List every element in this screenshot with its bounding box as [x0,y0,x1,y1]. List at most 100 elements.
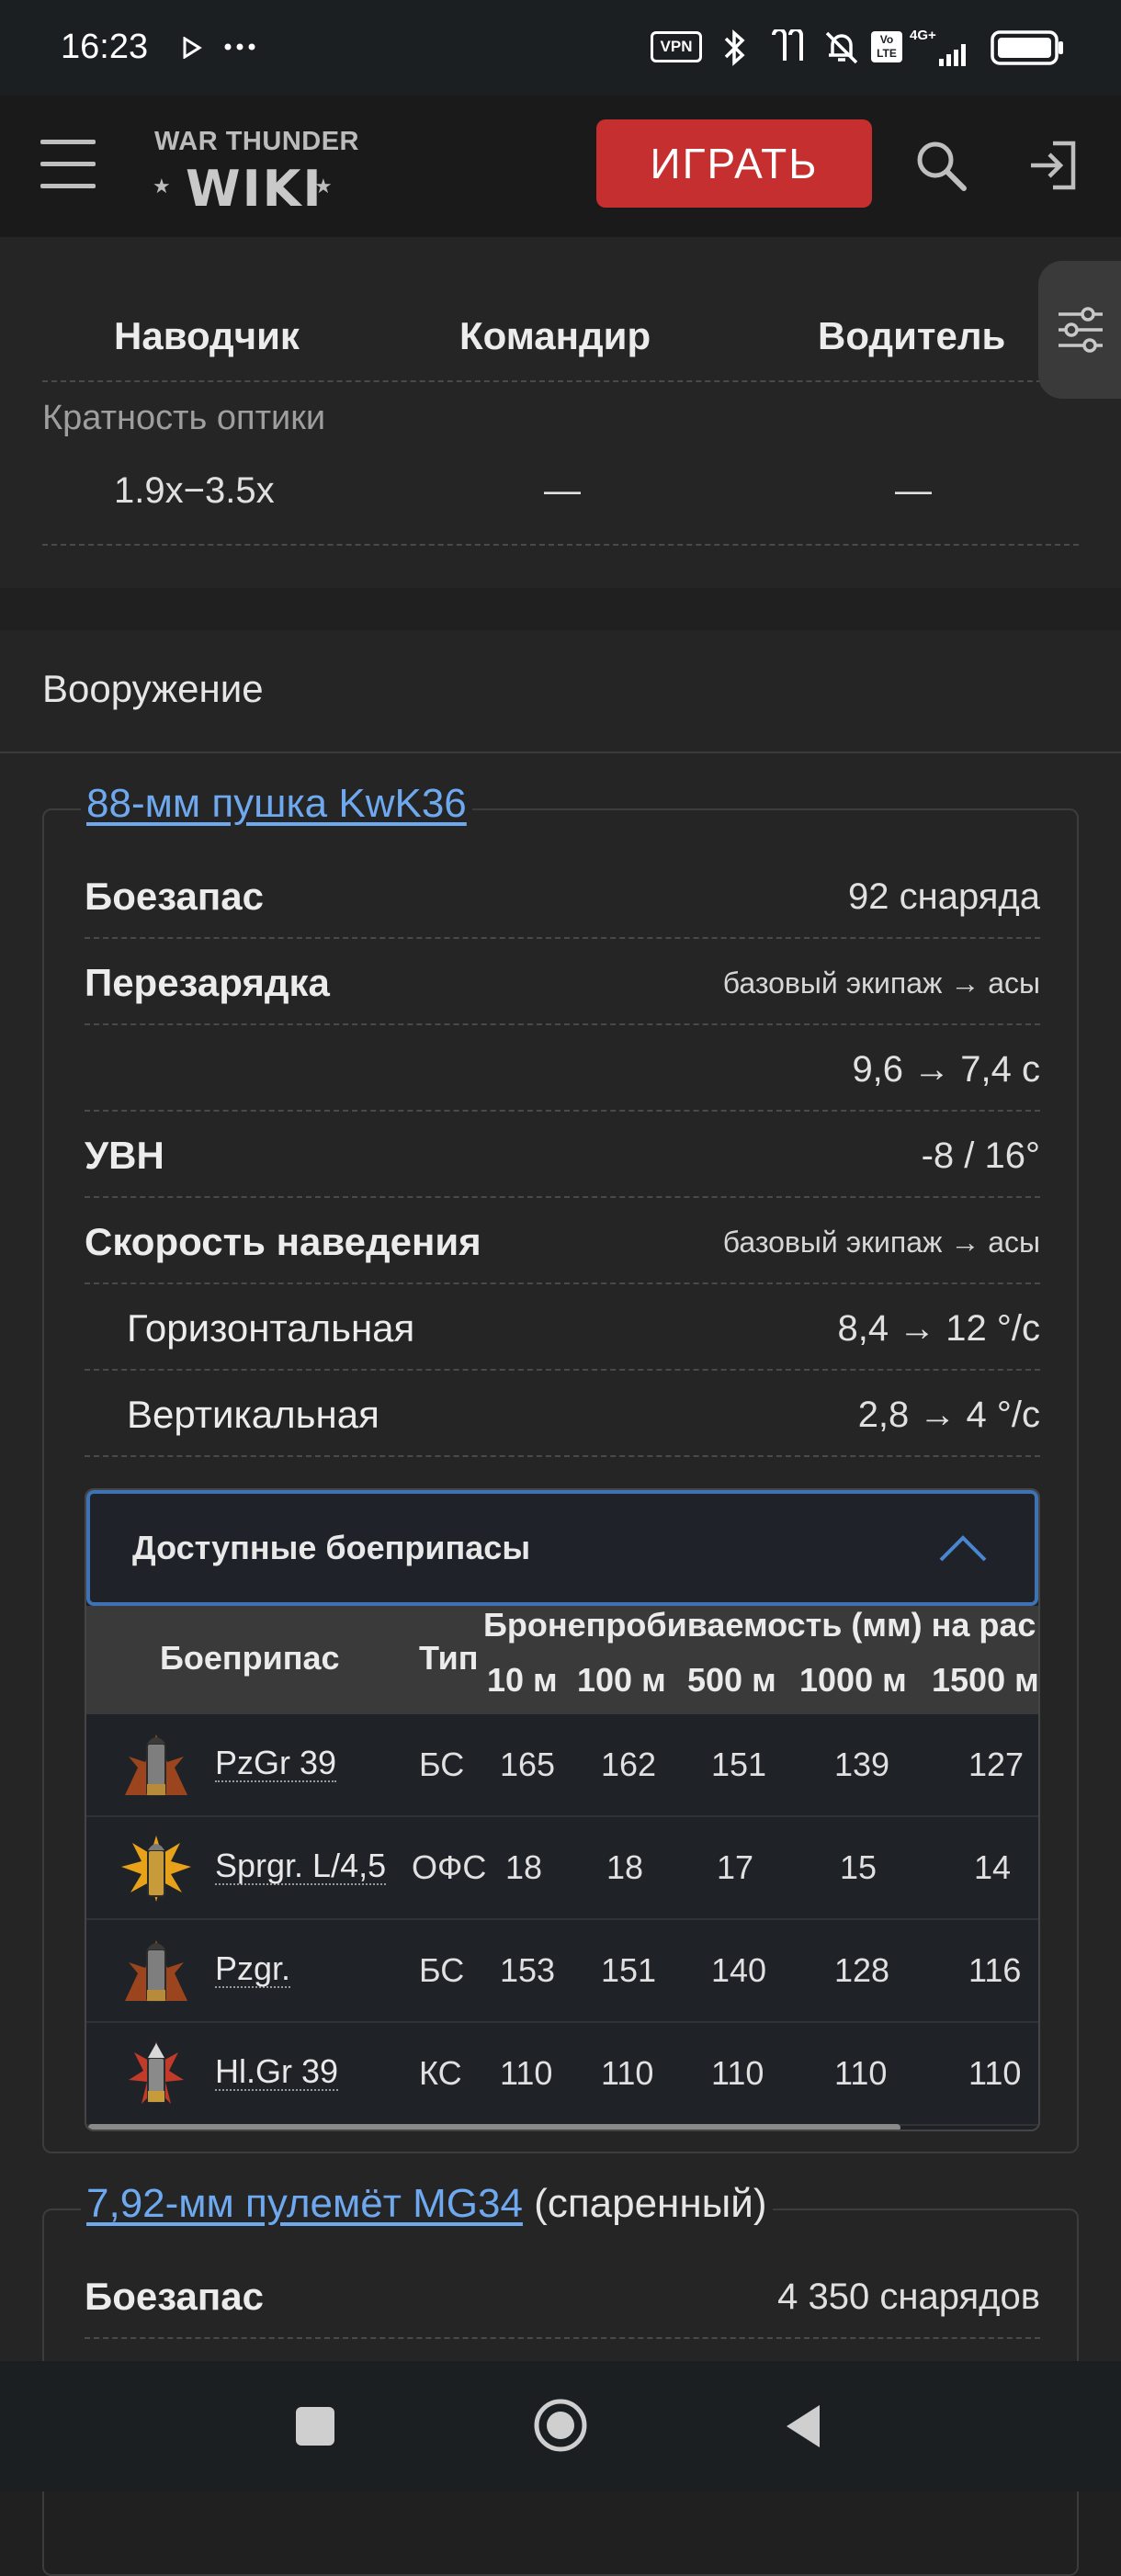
row-label: Вертикальная [127,1393,379,1436]
logo-text-top: WAR THUNDER [154,127,359,156]
earbuds-icon [772,29,803,61]
divider [42,544,1079,546]
row-value: 92 снаряда [848,876,1040,917]
ammo-panel: Доступные боеприпасы Боеприпас Тип Броне… [85,1488,1040,2131]
pen-value: 110 [500,2054,553,2092]
ammo-row: PzGr 39 БС 165 162 151 139 127 [86,1714,1038,1817]
ammo-name-link[interactable]: Pzgr. [215,1951,291,1988]
pen-value: 162 [601,1746,657,1783]
logo-text-main: WIKI [186,160,323,218]
pen-value: 151 [711,1746,767,1783]
armament-section: Вооружение 88-мм пушка KwK36 Боезапас 92… [0,630,1121,2576]
pen-value: 127 [968,1746,1025,1783]
pen-value: 18 [505,1848,543,1886]
row-value: 9,6 → 7,4 с [852,1049,1040,1090]
vertical-speed-row: Вертикальная 2,8 → 4 °/с [85,1371,1040,1457]
ammo-type: ОФС [412,1848,487,1886]
row-label: Горизонтальная [127,1306,415,1350]
ammo-type: БС [419,1746,465,1783]
optics-zoom-label: Кратность оптики [42,399,326,437]
divider [0,751,1121,753]
col-distance: 100 м [577,1661,666,1699]
search-icon[interactable] [913,138,968,193]
machine-gun-mount: (спаренный) [522,2181,767,2226]
col-distance: 500 м [687,1661,776,1699]
main-gun-card: 88-мм пушка KwK36 Боезапас 92 снаряда Пе… [42,781,1079,2153]
col-distance: 1000 м [799,1661,907,1699]
col-type: Тип [419,1639,479,1677]
pen-value: 14 [974,1848,1012,1886]
ammo-count-row: Боезапас 92 снаряда [85,853,1040,939]
main-gun-title: 88-мм пушка KwK36 [81,781,472,827]
recents-button[interactable] [296,2407,334,2446]
back-button[interactable] [783,2403,823,2449]
traverse-speed-row: Скорость наведения базовый экипаж → асы [85,1198,1040,1284]
pen-value: 110 [711,2054,764,2092]
commander-zoom-value: — [544,470,581,511]
pen-value: 139 [834,1746,890,1783]
pen-value: 116 [968,1951,1022,1989]
pen-value: 110 [601,2054,654,2092]
pen-value: 151 [601,1951,657,1989]
optics-section: Наводчик Командир Водитель Кратность опт… [0,233,1121,588]
ap-shell-icon [125,1940,187,2002]
login-icon[interactable] [1025,138,1081,193]
row-value: 2,8 → 4 °/с [857,1395,1040,1435]
ammo-panel-title: Доступные боеприпасы [132,1529,531,1566]
pen-value: 110 [968,2054,1022,2092]
ammo-name-link[interactable]: Hl.Gr 39 [215,2054,339,2091]
battery-icon [991,30,1063,65]
row-value: 4 350 снарядов [777,2277,1040,2317]
pen-value: 17 [717,1848,754,1886]
row-label: Боезапас [85,2275,264,2318]
ammo-name-link[interactable]: Sprgr. L/4,5 [215,1848,387,1885]
signal-icon [939,44,966,66]
ammo-type: КС [419,2054,462,2092]
row-label: Боезапас [85,875,264,918]
chevron-up-icon [939,1535,987,1562]
ammo-row: Pzgr. БС 153 151 140 128 116 [86,1920,1038,2023]
col-penetration: Бронепробиваемость (мм) на рас [483,1606,1036,1644]
machine-gun-title: 7,92-мм пулемёт MG34 (спаренный) [81,2181,773,2227]
heat-shell-icon [129,2041,184,2104]
menu-icon[interactable] [40,140,96,189]
row-value: 8,4 → 12 °/с [837,1308,1040,1349]
gunner-zoom-value: 1.9x−3.5x [114,470,275,511]
driver-zoom-value: — [895,470,932,511]
ammo-count-row: Боезапас 4 350 снарядов [85,2253,1040,2339]
col-ammo: Боеприпас [160,1639,340,1677]
more-icon [224,43,255,51]
pen-value: 153 [500,1951,556,1989]
status-bar: 16:23 VPN Vo LTE 4G+ [0,0,1121,96]
home-button[interactable] [533,2398,588,2453]
wiki-logo[interactable]: WAR THUNDER ★ WIKI ★ [147,121,359,218]
play-button[interactable]: ИГРАТЬ [596,119,872,208]
horizontal-scrollbar[interactable] [88,2124,900,2130]
row-label: Скорость наведения [85,1220,481,1263]
sliders-icon [1059,307,1103,353]
ammo-panel-toggle[interactable]: Доступные боеприпасы [86,1490,1038,1606]
ammo-row: Hl.Gr 39 КС 110 110 110 110 110 [86,2023,1038,2126]
filter-settings-button[interactable] [1038,261,1121,399]
ap-shell-icon [125,1734,187,1796]
clock: 16:23 [61,28,149,66]
ammo-table-header: Боеприпас Тип Бронепробиваемость (мм) на… [86,1606,1038,1714]
horizontal-speed-row: Горизонтальная 8,4 → 12 °/с [85,1284,1040,1371]
pen-value: 18 [606,1848,644,1886]
pen-value: 140 [711,1951,767,1989]
pen-value: 128 [834,1951,890,1989]
elevation-row: УВН -8 / 16° [85,1112,1040,1198]
play-icon [183,37,202,59]
row-label: УВН [85,1134,164,1177]
pen-value: 110 [834,2054,888,2092]
pen-value: 165 [500,1746,556,1783]
ammo-row: Sprgr. L/4,5 ОФС 18 18 17 15 14 [86,1817,1038,1920]
machine-gun-link[interactable]: 7,92-мм пулемёт MG34 [86,2181,523,2226]
main-gun-link[interactable]: 88-мм пушка KwK36 [86,781,467,826]
column-driver: Водитель [818,314,1006,357]
volte-icon: Vo LTE [871,31,902,62]
network-type: 4G+ [910,28,936,43]
section-title: Вооружение [42,667,264,710]
ammo-name-link[interactable]: PzGr 39 [215,1746,337,1782]
he-shell-icon [121,1836,191,1902]
